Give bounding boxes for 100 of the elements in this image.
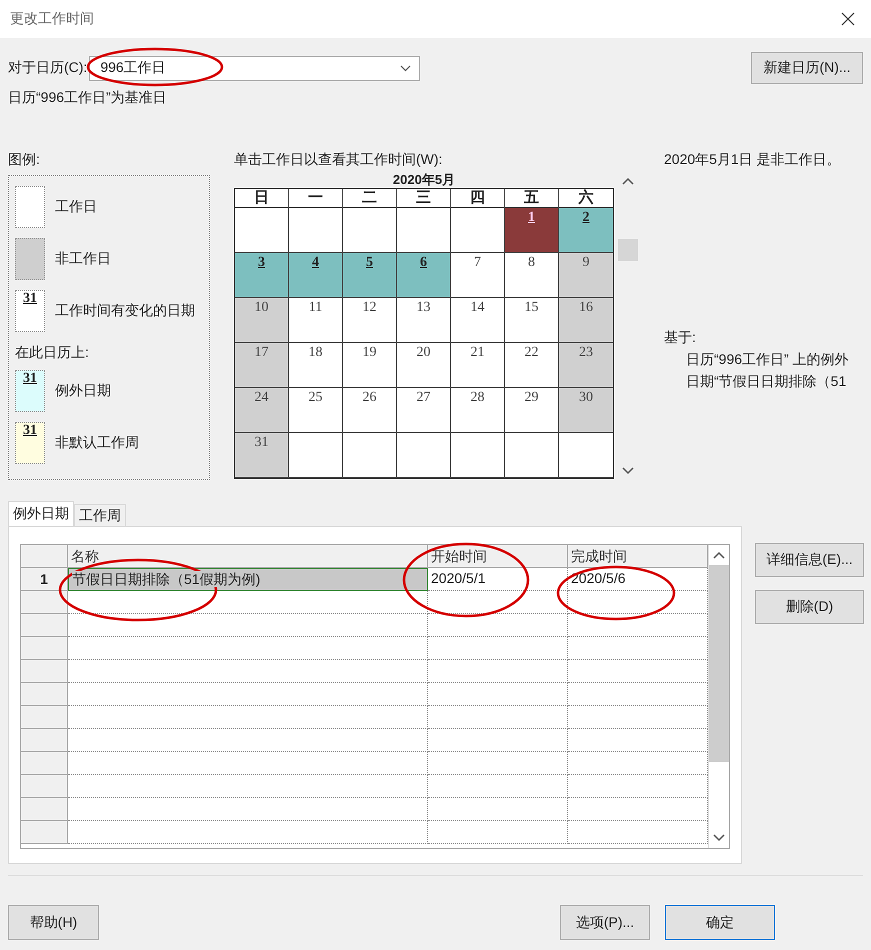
calendar-day[interactable]: 31	[235, 433, 289, 478]
column-header[interactable]: 开始时间	[428, 545, 568, 568]
basis-text: 日历“996工作日”为基准日	[8, 89, 168, 107]
calendar-day[interactable]: 28	[451, 388, 505, 433]
legend-swatch: 31	[15, 422, 45, 464]
scroll-down-icon[interactable]	[713, 834, 725, 842]
column-header[interactable]: 名称	[68, 545, 428, 568]
calendar-day[interactable]: 13	[397, 298, 451, 343]
empty-table-cell[interactable]	[428, 821, 568, 844]
legend-swatch	[15, 186, 45, 228]
empty-table-cell[interactable]	[568, 752, 708, 775]
dropdown-value: 996工作日	[100, 59, 166, 77]
tab[interactable]: 例外日期	[8, 501, 74, 526]
exception-name: 节假日日期排除（51假期为例)	[72, 571, 260, 587]
empty-table-cell[interactable]	[568, 614, 708, 637]
side-button[interactable]: 详细信息(E)...	[755, 543, 864, 577]
calendar-day[interactable]: 27	[397, 388, 451, 433]
empty-table-cell[interactable]	[428, 591, 568, 614]
empty-table-cell[interactable]	[568, 798, 708, 821]
empty-table-cell[interactable]	[568, 729, 708, 752]
calendar-day[interactable]: 5	[343, 253, 397, 298]
based-on-label: 基于:	[664, 329, 697, 347]
close-icon[interactable]	[841, 12, 855, 26]
empty-table-cell[interactable]	[428, 752, 568, 775]
row-number: 1	[21, 568, 68, 591]
calendar-day[interactable]: 8	[505, 253, 559, 298]
based-on-text: 日历“996工作日” 上的例外	[686, 351, 849, 369]
empty-table-cell[interactable]	[568, 821, 708, 844]
empty-table-cell[interactable]	[568, 637, 708, 660]
calendar-day[interactable]: 12	[343, 298, 397, 343]
calendar-instruction: 单击工作日以查看其工作时间(W):	[234, 151, 444, 169]
empty-table-cell[interactable]	[428, 683, 568, 706]
table-cell[interactable]: 2020/5/1	[428, 568, 568, 591]
calendar-day[interactable]: 18	[289, 343, 343, 388]
side-button[interactable]: 删除(D)	[755, 590, 864, 624]
options-button[interactable]: 选项(P)...	[560, 905, 650, 940]
calendar-day[interactable]: 23	[559, 343, 613, 388]
empty-table-cell[interactable]	[568, 775, 708, 798]
scroll-down-icon[interactable]	[622, 467, 634, 475]
empty-table-cell[interactable]	[568, 660, 708, 683]
calendar-dropdown[interactable]: 996工作日	[89, 56, 420, 80]
legend-label: 非默认工作周	[55, 434, 139, 452]
calendar-day[interactable]: 2	[559, 208, 613, 253]
scrollbar-thumb[interactable]	[709, 565, 729, 762]
empty-table-cell[interactable]	[568, 683, 708, 706]
calendar-day[interactable]: 4	[289, 253, 343, 298]
empty-table-cell[interactable]	[568, 706, 708, 729]
calendar-day[interactable]: 10	[235, 298, 289, 343]
calendar-day[interactable]: 16	[559, 298, 613, 343]
chevron-down-icon	[400, 64, 412, 72]
scroll-up-icon[interactable]	[713, 551, 725, 559]
calendar-day[interactable]: 17	[235, 343, 289, 388]
calendar-day[interactable]: 1	[505, 208, 559, 253]
calendar-day[interactable]: 3	[235, 253, 289, 298]
calendar-day[interactable]: 20	[397, 343, 451, 388]
table-cell[interactable]: 2020/5/6	[568, 568, 708, 591]
calendar-day[interactable]: 25	[289, 388, 343, 433]
empty-table-cell[interactable]	[428, 614, 568, 637]
calendar-day[interactable]: 11	[289, 298, 343, 343]
window-title: 更改工作时间	[10, 10, 94, 28]
ok-button[interactable]: 确定	[665, 905, 775, 940]
scroll-up-icon[interactable]	[622, 177, 634, 185]
scrollbar-thumb[interactable]	[618, 239, 638, 261]
legend-heading: 在此日历上:	[15, 344, 90, 362]
empty-table-cell[interactable]	[428, 775, 568, 798]
help-button[interactable]: 帮助(H)	[8, 905, 99, 940]
calendar-day[interactable]: 19	[343, 343, 397, 388]
empty-table-cell[interactable]	[428, 637, 568, 660]
tab[interactable]: 工作周	[74, 504, 126, 526]
calendar-day[interactable]: 9	[559, 253, 613, 298]
empty-table-cell[interactable]	[428, 660, 568, 683]
calendar-day[interactable]: 22	[505, 343, 559, 388]
legend-label: 工作时间有变化的日期	[55, 302, 195, 320]
calendar-day[interactable]: 29	[505, 388, 559, 433]
day-status: 2020年5月1日 是非工作日。	[664, 151, 842, 169]
legend-swatch: 31	[15, 290, 45, 332]
calendar-day[interactable]: 21	[451, 343, 505, 388]
calendar-day[interactable]: 15	[505, 298, 559, 343]
legend-swatch	[15, 238, 45, 280]
calendar-day[interactable]: 26	[343, 388, 397, 433]
calendar-day[interactable]: 24	[235, 388, 289, 433]
month-title: 2020年5月	[392, 171, 456, 188]
column-header[interactable]: 完成时间	[568, 545, 708, 568]
legend-label: 例外日期	[55, 382, 111, 400]
legend-swatch: 31	[15, 370, 45, 412]
based-on-text: 日期“节假日日期排除（51	[686, 373, 848, 391]
table-cell[interactable]: 节假日日期排除（51假期为例)	[68, 568, 428, 591]
legend-label: 非工作日	[55, 250, 111, 268]
calendar-day[interactable]: 6	[397, 253, 451, 298]
calendar-day[interactable]: 30	[559, 388, 613, 433]
empty-table-cell[interactable]	[568, 591, 708, 614]
empty-table-cell[interactable]	[428, 798, 568, 821]
new-calendar-button[interactable]: 新建日历(N)...	[751, 52, 863, 84]
empty-table-cell[interactable]	[428, 706, 568, 729]
calendar-day[interactable]: 14	[451, 298, 505, 343]
calendar-label: 对于日历(C):	[8, 59, 88, 77]
legend-title: 图例:	[8, 151, 41, 169]
empty-table-cell[interactable]	[428, 729, 568, 752]
legend-label: 工作日	[55, 198, 97, 216]
calendar-day[interactable]: 7	[451, 253, 505, 298]
